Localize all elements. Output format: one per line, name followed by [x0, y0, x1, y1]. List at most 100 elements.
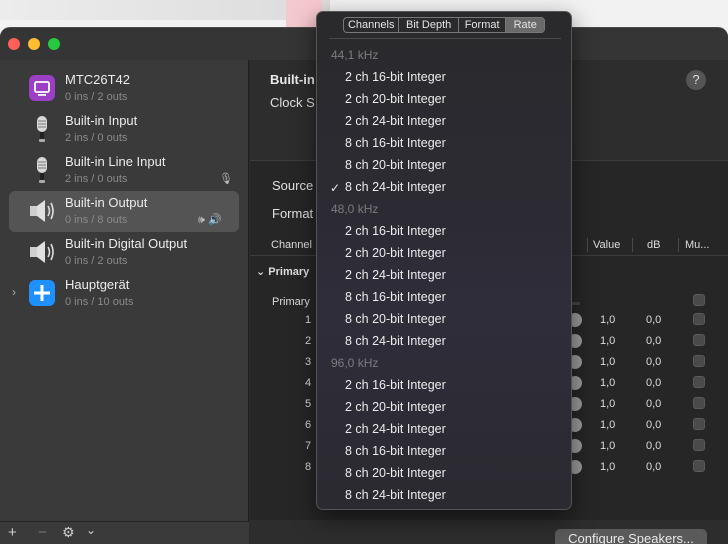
- format-label: Format: [272, 206, 314, 221]
- mute-checkbox[interactable]: [693, 376, 705, 388]
- menu-item-format[interactable]: 2 ch 24-bit Integer: [345, 114, 446, 128]
- channel-db: 0,0: [646, 398, 662, 410]
- menu-item-format[interactable]: 2 ch 24-bit Integer: [345, 422, 446, 436]
- menu-item-format[interactable]: 8 ch 16-bit Integer: [345, 444, 446, 458]
- mute-checkbox[interactable]: [693, 460, 705, 472]
- column-value[interactable]: Value: [593, 239, 620, 251]
- menu-section-header: 44,1 kHz: [331, 48, 379, 62]
- sidebar-item-built-in-output[interactable]: Built-in Output 0 ins / 8 outs 🕪 🔊: [9, 191, 239, 232]
- column-db[interactable]: dB: [647, 239, 660, 251]
- channel-db: 0,0: [646, 356, 662, 368]
- column-mute[interactable]: Mu...: [685, 239, 709, 251]
- channel-value: 1,0: [600, 398, 616, 410]
- clock-source-label: Clock S: [270, 95, 315, 110]
- channel-value: 1,0: [600, 335, 616, 347]
- microphone-icon: [37, 116, 47, 142]
- menu-item-format[interactable]: 8 ch 24-bit Integer: [345, 334, 446, 348]
- mute-checkbox[interactable]: [693, 334, 705, 346]
- mute-checkbox[interactable]: [693, 418, 705, 430]
- channel-number: 2: [305, 335, 312, 347]
- plus-aggregate-icon: [29, 280, 55, 306]
- maximize-window-button[interactable]: [48, 38, 60, 50]
- menu-item-format[interactable]: 8 ch 20-bit Integer: [345, 466, 446, 480]
- device-name: MTC26T42: [65, 72, 131, 87]
- device-title: Built-in: [270, 72, 315, 87]
- microphone-icon: [37, 157, 47, 183]
- menu-item-format[interactable]: 2 ch 24-bit Integer: [345, 268, 446, 282]
- menu-item-format[interactable]: 2 ch 16-bit Integer: [345, 70, 446, 84]
- menu-item-format[interactable]: 8 ch 20-bit Integer: [345, 158, 446, 172]
- channel-db: 0,0: [646, 419, 662, 431]
- menu-item-format[interactable]: 2 ch 16-bit Integer: [345, 378, 446, 392]
- channel-value: 1,0: [600, 440, 616, 452]
- checkmark-icon: ✓: [330, 181, 341, 195]
- minimize-window-button[interactable]: [28, 38, 40, 50]
- chevron-down-icon[interactable]: ⌄: [86, 523, 96, 537]
- tab-channels[interactable]: Channels: [344, 18, 400, 32]
- source-label: Source: [272, 178, 314, 193]
- menu-item-format[interactable]: 8 ch 16-bit Integer: [345, 290, 446, 304]
- remove-device-button[interactable]: −: [38, 524, 47, 541]
- mute-checkbox[interactable]: [693, 355, 705, 367]
- channel-number: 5: [305, 398, 312, 410]
- device-io-count: 0 ins / 2 outs: [65, 91, 128, 103]
- chevron-right-icon[interactable]: ›: [12, 285, 16, 299]
- channel-number: 7: [305, 440, 312, 452]
- help-button[interactable]: ?: [686, 70, 706, 90]
- channel-number: 4: [305, 377, 312, 389]
- menu-item-format[interactable]: 2 ch 20-bit Integer: [345, 92, 446, 106]
- menu-section-header: 96,0 kHz: [331, 356, 379, 370]
- mute-checkbox[interactable]: [693, 313, 705, 325]
- device-io-count: 0 ins / 8 outs: [65, 214, 128, 226]
- device-io-count: 0 ins / 10 outs: [65, 296, 134, 308]
- channel-db: 0,0: [646, 377, 662, 389]
- sidebar-footer: + − ⚙ ⌄: [0, 521, 249, 544]
- channel-number: 6: [305, 419, 312, 431]
- tab-format[interactable]: Format: [459, 18, 507, 32]
- menu-item-format[interactable]: 8 ch 24-bit Integer: [345, 488, 446, 502]
- menu-item-format[interactable]: 8 ch 20-bit Integer: [345, 312, 446, 326]
- mute-checkbox[interactable]: [693, 439, 705, 451]
- channel-value: 1,0: [600, 419, 616, 431]
- menu-item-format[interactable]: 8 ch 16-bit Integer: [345, 136, 446, 150]
- channel-number: 1: [305, 314, 312, 326]
- sidebar-item-built-in-digital-output[interactable]: Built-in Digital Output 0 ins / 2 outs: [0, 232, 249, 273]
- menu-item-format[interactable]: 2 ch 20-bit Integer: [345, 400, 446, 414]
- channel-db: 0,0: [646, 440, 662, 452]
- primary-group-disclosure[interactable]: ⌄ Primary: [256, 265, 309, 278]
- device-sidebar: MTC26T42 0 ins / 2 outs Built-in Input 2…: [0, 60, 249, 544]
- channel-db: 0,0: [646, 461, 662, 473]
- device-io-count: 0 ins / 2 outs: [65, 255, 128, 267]
- device-name: Built-in Output: [65, 195, 148, 210]
- menu-section-header: 48,0 kHz: [331, 202, 379, 216]
- channel-db: 0,0: [646, 314, 662, 326]
- configure-speakers-button[interactable]: Configure Speakers...: [555, 529, 707, 544]
- device-name: Built-in Input: [65, 113, 138, 128]
- menu-item-format[interactable]: 8 ch 24-bit Integer: [345, 180, 446, 194]
- group-label: Primary: [268, 266, 310, 278]
- sidebar-item-built-in-line-input[interactable]: Built-in Line Input 2 ins / 0 outs 🎙: [0, 150, 249, 191]
- menu-item-format[interactable]: 2 ch 20-bit Integer: [345, 246, 446, 260]
- close-window-button[interactable]: [8, 38, 20, 50]
- sidebar-item-built-in-input[interactable]: Built-in Input 2 ins / 0 outs: [0, 109, 249, 150]
- sidebar-item-hauptgeraet[interactable]: › Hauptgerät 0 ins / 10 outs: [0, 273, 249, 314]
- device-io-count: 2 ins / 0 outs: [65, 173, 128, 185]
- channel-value: 1,0: [600, 314, 616, 326]
- add-device-button[interactable]: +: [8, 524, 17, 541]
- column-channel[interactable]: Channel: [271, 239, 312, 251]
- display-icon: [29, 75, 55, 101]
- channel-value: 1,0: [600, 356, 616, 368]
- wallpaper-shape: [0, 0, 330, 20]
- sidebar-item-mtc26t42[interactable]: MTC26T42 0 ins / 2 outs: [0, 68, 249, 109]
- device-name: Built-in Digital Output: [65, 236, 188, 251]
- default-input-mic-icon: 🎙: [219, 173, 233, 185]
- format-popup-menu: Channels Bit Depth Format Rate 44,1 kHz 2…: [316, 11, 572, 510]
- mute-checkbox[interactable]: [693, 397, 705, 409]
- menu-item-format[interactable]: 2 ch 16-bit Integer: [345, 224, 446, 238]
- primary-mute-checkbox[interactable]: [693, 294, 705, 306]
- tab-bit-depth[interactable]: Bit Depth: [399, 18, 459, 32]
- device-name: Built-in Line Input: [65, 154, 166, 169]
- channel-number: 8: [305, 461, 312, 473]
- tab-rate[interactable]: Rate: [506, 18, 544, 32]
- gear-icon[interactable]: ⚙: [62, 524, 75, 541]
